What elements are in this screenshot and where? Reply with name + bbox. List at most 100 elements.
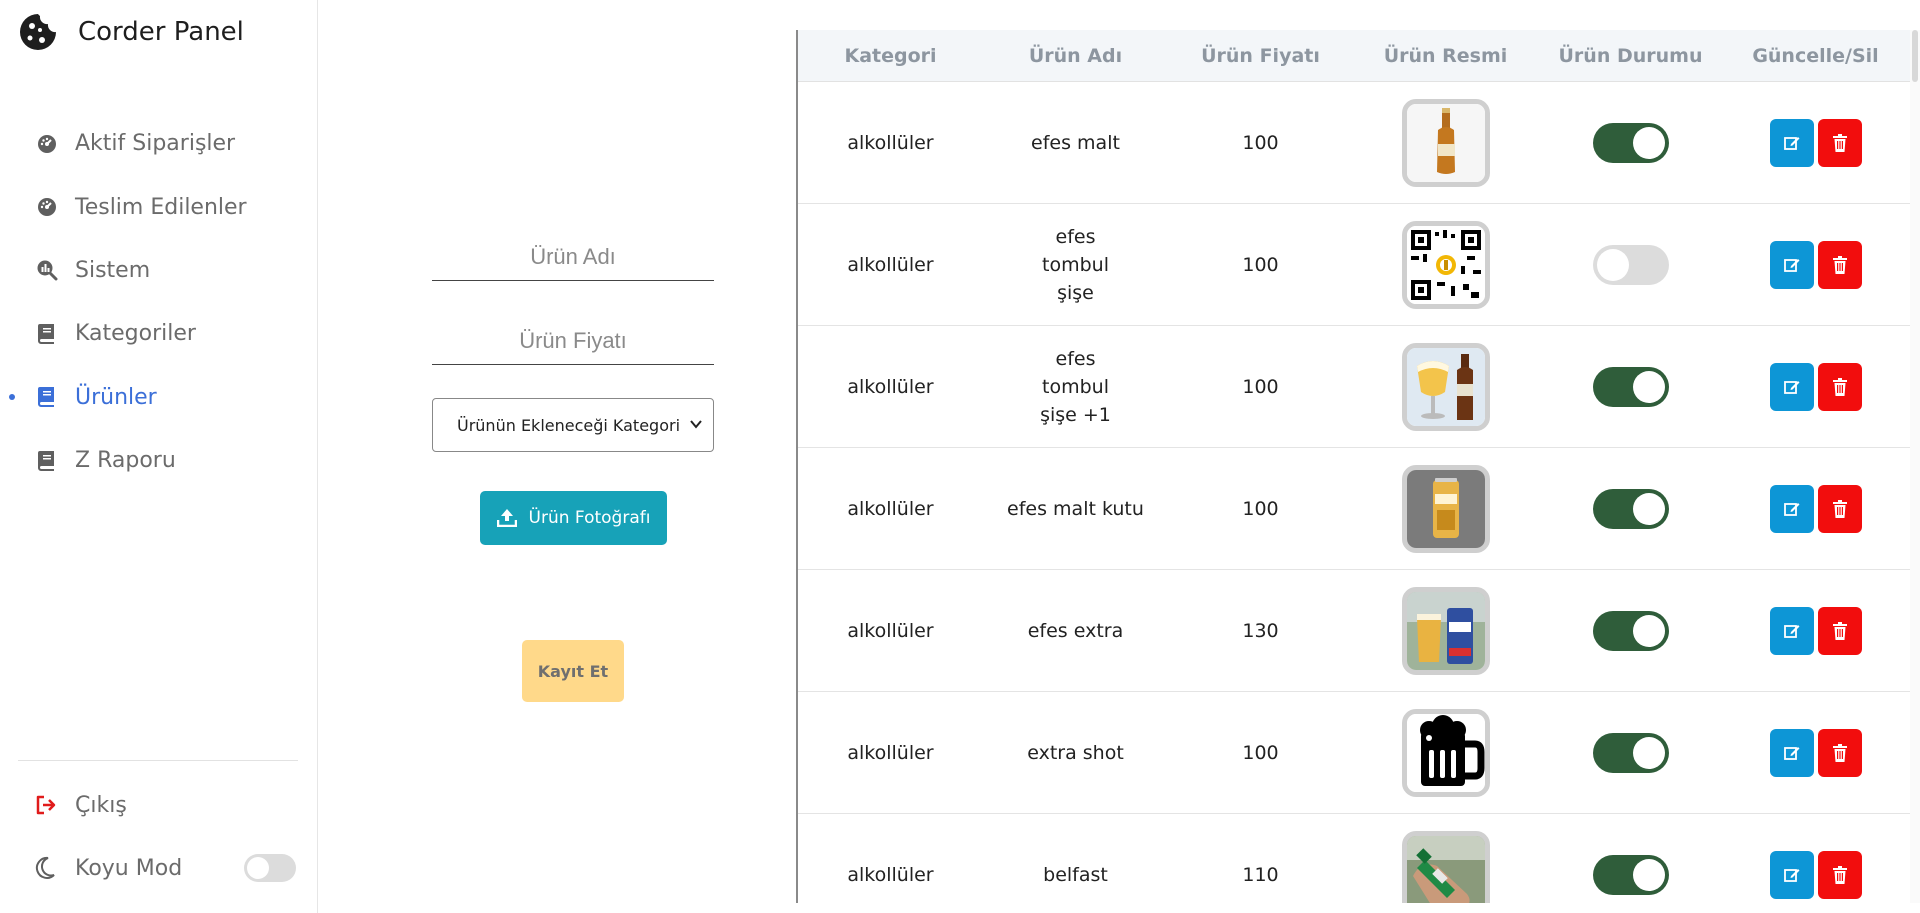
brand[interactable]: Corder Panel — [18, 12, 244, 52]
active-indicator — [9, 394, 15, 401]
status-toggle[interactable] — [1592, 610, 1669, 651]
price-cell: 130 — [1242, 619, 1279, 642]
header-urun-adi[interactable]: Ürün Adı — [983, 45, 1168, 67]
status-toggle[interactable] — [1592, 732, 1669, 773]
delete-button[interactable] — [1817, 240, 1862, 289]
trash-icon — [1832, 865, 1847, 884]
moon-icon — [35, 856, 55, 879]
dashboard-icon — [36, 133, 58, 155]
delete-button[interactable] — [1817, 362, 1862, 411]
edit-button[interactable] — [1769, 850, 1814, 899]
status-toggle[interactable] — [1592, 854, 1669, 895]
category-cell: alkollüler — [847, 375, 934, 398]
toggle-knob — [1632, 126, 1665, 159]
sidebar-item-teslim-edilenler[interactable]: Teslim Edilenler — [0, 175, 317, 238]
sidebar-item-z-raporu[interactable]: Z Raporu — [0, 429, 317, 492]
edit-icon — [1783, 868, 1799, 882]
status-toggle[interactable] — [1592, 488, 1669, 529]
toggle-knob — [247, 857, 269, 879]
actions-cell — [1723, 728, 1908, 777]
green-bottle-icon — [1406, 835, 1485, 903]
delete-button[interactable] — [1817, 728, 1862, 777]
edit-button[interactable] — [1769, 240, 1814, 289]
scrollbar-thumb[interactable] — [1912, 30, 1918, 82]
product-name-input[interactable] — [432, 236, 714, 280]
product-thumbnail[interactable] — [1401, 98, 1490, 187]
name-cell: efes tombul şişe +1 — [1040, 347, 1111, 426]
product-thumbnail[interactable] — [1401, 586, 1490, 675]
header-urun-resmi[interactable]: Ürün Resmi — [1353, 45, 1538, 67]
header-kategori[interactable]: Kategori — [798, 45, 983, 67]
delete-button[interactable] — [1817, 606, 1862, 655]
chevron-down-icon — [690, 420, 702, 429]
toggle-knob — [1632, 370, 1665, 403]
sidebar-item-sistem[interactable]: Sistem — [0, 239, 317, 302]
image-cell — [1353, 708, 1538, 797]
product-thumbnail[interactable] — [1401, 830, 1490, 903]
category-cell: alkollüler — [847, 131, 934, 154]
logout-label: Çıkış — [75, 792, 127, 818]
delete-button[interactable] — [1817, 484, 1862, 533]
status-cell — [1538, 366, 1723, 407]
image-cell — [1353, 464, 1538, 553]
toggle-knob — [1596, 248, 1629, 281]
actions-cell — [1723, 606, 1908, 655]
table-row: alkollüler extra shot 100 — [798, 692, 1920, 814]
edit-button[interactable] — [1769, 362, 1814, 411]
name-cell: belfast — [1043, 863, 1108, 886]
product-thumbnail[interactable] — [1401, 708, 1490, 797]
dark-mode-toggle[interactable] — [244, 854, 296, 882]
toggle-knob — [1632, 492, 1665, 525]
status-toggle[interactable] — [1592, 122, 1669, 163]
toggle-knob — [1632, 736, 1665, 769]
sidebar-item-label: Ürünler — [75, 384, 157, 410]
beer-glass-can-icon — [1406, 591, 1485, 670]
edit-button[interactable] — [1769, 728, 1814, 777]
status-cell — [1538, 610, 1723, 651]
status-toggle[interactable] — [1592, 366, 1669, 407]
image-cell — [1353, 220, 1538, 309]
beer-bottle-icon — [1406, 103, 1485, 182]
save-button[interactable]: Kayıt Et — [522, 640, 624, 702]
product-thumbnail[interactable] — [1401, 220, 1490, 309]
category-select[interactable]: Ürünün Ekleneceği Kategori — [432, 398, 714, 452]
delete-button[interactable] — [1817, 118, 1862, 167]
book-icon — [36, 450, 58, 472]
image-cell — [1353, 830, 1538, 903]
edit-button[interactable] — [1769, 118, 1814, 167]
product-name-field-wrapper — [432, 236, 714, 281]
sidebar-divider — [18, 760, 298, 761]
table-row: alkollüler efes tombul şişe 100 — [798, 204, 1920, 326]
header-guncelle-sil[interactable]: Güncelle/Sil — [1723, 45, 1908, 67]
delete-button[interactable] — [1817, 850, 1862, 899]
sidebar-item-aktif-siparisler[interactable]: Aktif Siparişler — [0, 112, 317, 175]
product-thumbnail[interactable] — [1401, 464, 1490, 553]
sidebar-item-kategoriler[interactable]: Kategoriler — [0, 302, 317, 365]
sidebar-item-label: Z Raporu — [75, 448, 176, 474]
product-price-input[interactable] — [432, 320, 714, 364]
upload-photo-button[interactable]: Ürün Fotoğrafı — [480, 491, 667, 545]
table-row: alkollüler belfast 110 — [798, 814, 1920, 903]
table-row: alkollüler efes malt kutu 100 — [798, 448, 1920, 570]
table-row: alkollüler efes malt 100 — [798, 82, 1920, 204]
table-scrollbar[interactable] — [1910, 30, 1920, 903]
edit-button[interactable] — [1769, 484, 1814, 533]
trash-icon — [1832, 621, 1847, 640]
image-cell — [1353, 98, 1538, 187]
header-urun-fiyati[interactable]: Ürün Fiyatı — [1168, 45, 1353, 67]
sidebar-item-label: Kategoriler — [75, 321, 196, 347]
status-cell — [1538, 854, 1723, 895]
product-thumbnail[interactable] — [1401, 342, 1490, 431]
status-toggle[interactable] — [1592, 244, 1669, 285]
sidebar-item-urunler[interactable]: Ürünler — [0, 366, 317, 429]
category-cell: alkollüler — [847, 863, 934, 886]
logout-button[interactable]: Çıkış — [0, 775, 317, 835]
sidebar-nav: Aktif Siparişler Teslim Edilenler Sistem… — [0, 112, 317, 492]
header-urun-durumu[interactable]: Ürün Durumu — [1538, 45, 1723, 67]
price-cell: 100 — [1242, 253, 1279, 276]
table-row: alkollüler efes tombul şişe +1 100 — [798, 326, 1920, 448]
trash-icon — [1832, 377, 1847, 396]
category-cell: alkollüler — [847, 741, 934, 764]
qr-code-icon — [1406, 225, 1485, 304]
edit-button[interactable] — [1769, 606, 1814, 655]
